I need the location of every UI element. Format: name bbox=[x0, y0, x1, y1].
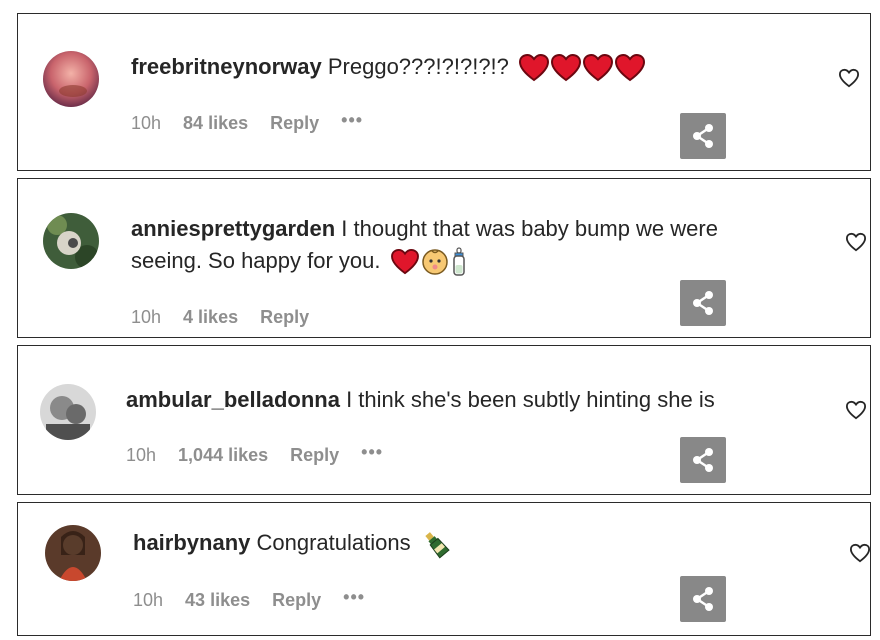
comment-text: freebritneynorway Preggo???!?!?!?!? bbox=[131, 51, 646, 83]
more-options-button[interactable]: ••• bbox=[343, 587, 365, 608]
emoji-group bbox=[390, 247, 467, 277]
reply-button[interactable]: Reply bbox=[260, 307, 309, 328]
comment-text: hairbynany Congratulations bbox=[133, 527, 451, 559]
red-heart-icon bbox=[519, 54, 550, 82]
more-options-button[interactable]: ••• bbox=[361, 442, 383, 463]
baby-bottle-icon bbox=[452, 247, 465, 276]
comment-username[interactable]: hairbynany bbox=[133, 530, 250, 555]
likes-count[interactable]: 1,044 likes bbox=[178, 445, 268, 466]
red-heart-icon bbox=[615, 54, 646, 82]
reply-button[interactable]: Reply bbox=[272, 590, 321, 611]
comment-meta: 10h 84 likes Reply ••• bbox=[131, 110, 385, 134]
reply-button[interactable]: Reply bbox=[270, 113, 319, 134]
emoji-group bbox=[519, 54, 646, 82]
champagne-bottle-icon bbox=[425, 532, 450, 559]
share-button[interactable] bbox=[680, 437, 726, 483]
baby-face-icon bbox=[421, 249, 448, 275]
like-heart-icon[interactable] bbox=[845, 232, 867, 252]
comment-username[interactable]: anniesprettygarden bbox=[131, 216, 335, 241]
share-icon bbox=[693, 587, 713, 611]
red-heart-icon bbox=[390, 249, 419, 275]
more-options-button[interactable]: ••• bbox=[341, 110, 363, 131]
like-heart-icon[interactable] bbox=[849, 543, 871, 563]
likes-count[interactable]: 84 likes bbox=[183, 113, 248, 134]
share-icon bbox=[693, 124, 713, 148]
likes-count[interactable]: 43 likes bbox=[185, 590, 250, 611]
comment-username[interactable]: freebritneynorway bbox=[131, 54, 322, 79]
avatar[interactable] bbox=[45, 525, 101, 581]
comment-card: anniesprettygarden I thought that was ba… bbox=[17, 178, 871, 338]
share-button[interactable] bbox=[680, 280, 726, 326]
comment-card: ambular_belladonna I think she's been su… bbox=[17, 345, 871, 495]
comment-text: anniesprettygarden I thought that was ba… bbox=[131, 213, 718, 277]
comment-card: hairbynany Congratulations 10h 43 likes … bbox=[17, 502, 871, 636]
comment-meta: 10h 43 likes Reply ••• bbox=[133, 587, 387, 611]
like-heart-icon[interactable] bbox=[838, 68, 860, 88]
comment-body: Preggo???!?!?!?!? bbox=[327, 54, 509, 79]
comment-body-line2: seeing. So happy for you. bbox=[131, 248, 381, 273]
comment-meta: 10h 1,044 likes Reply ••• bbox=[126, 442, 405, 466]
comment-time[interactable]: 10h bbox=[131, 113, 161, 134]
avatar[interactable] bbox=[40, 384, 96, 440]
avatar[interactable] bbox=[43, 213, 99, 269]
comment-card: freebritneynorway Preggo???!?!?!?!? 10h … bbox=[17, 13, 871, 171]
emoji-group bbox=[421, 529, 451, 559]
comment-body: I think she's been subtly hinting she is bbox=[346, 387, 715, 412]
avatar[interactable] bbox=[43, 51, 99, 107]
red-heart-icon bbox=[551, 54, 582, 82]
like-heart-icon[interactable] bbox=[845, 400, 867, 420]
comment-time[interactable]: 10h bbox=[131, 307, 161, 328]
comment-body: I thought that was baby bump we were bbox=[341, 216, 718, 241]
share-button[interactable] bbox=[680, 113, 726, 159]
comment-time[interactable]: 10h bbox=[133, 590, 163, 611]
reply-button[interactable]: Reply bbox=[290, 445, 339, 466]
share-button[interactable] bbox=[680, 576, 726, 622]
comment-meta: 10h 4 likes Reply bbox=[131, 307, 331, 328]
share-icon bbox=[693, 448, 713, 472]
comment-time[interactable]: 10h bbox=[126, 445, 156, 466]
red-heart-icon bbox=[583, 54, 614, 82]
share-icon bbox=[693, 291, 713, 315]
comment-username[interactable]: ambular_belladonna bbox=[126, 387, 340, 412]
likes-count[interactable]: 4 likes bbox=[183, 307, 238, 328]
comment-body: Congratulations bbox=[256, 530, 411, 555]
comment-text: ambular_belladonna I think she's been su… bbox=[126, 384, 715, 416]
